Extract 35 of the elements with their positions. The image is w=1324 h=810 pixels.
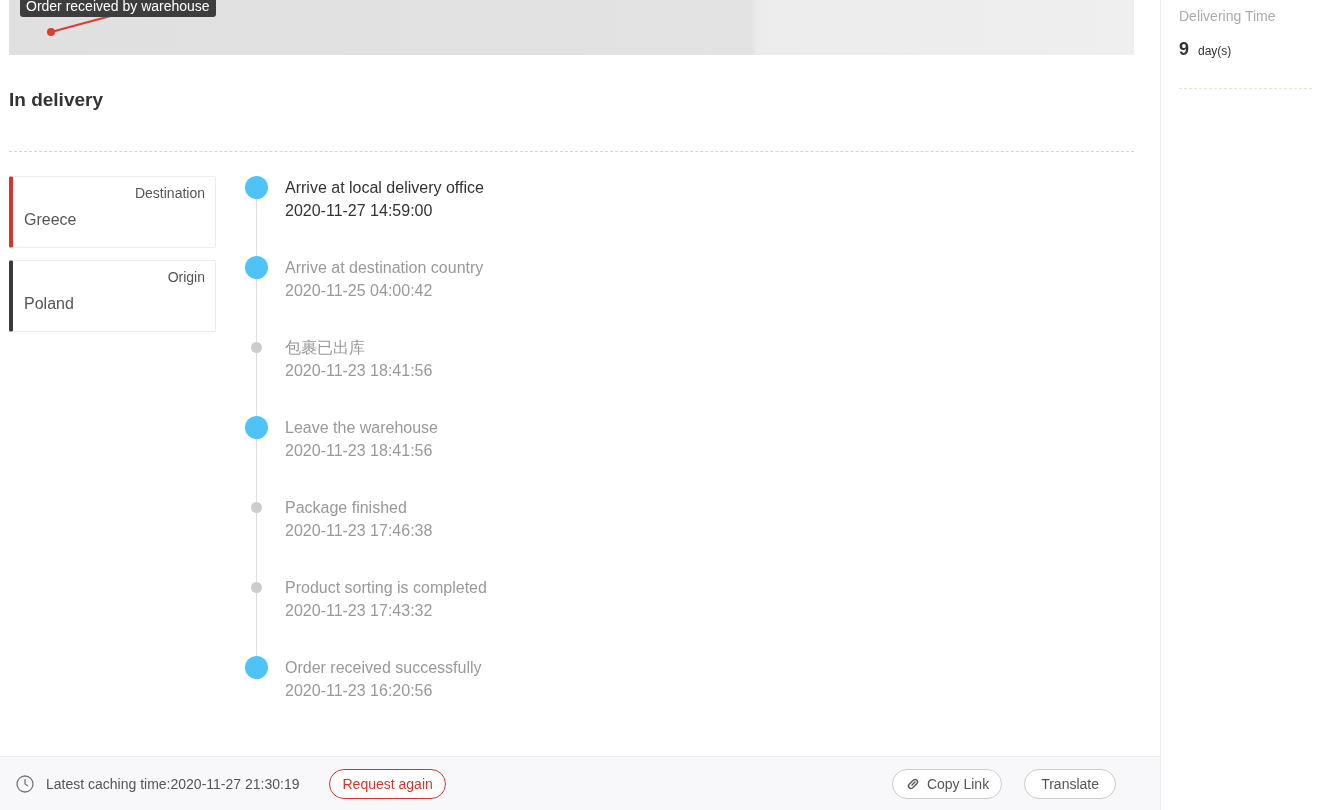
event-time: 2020-11-23 16:20:56 [285,681,434,701]
request-again-button[interactable]: Request again [329,768,446,799]
translate-button[interactable]: Translate [1024,768,1116,799]
days-unit: day(s) [1198,44,1232,58]
timeline-dot-icon [245,656,268,679]
location-label: Origin [167,269,205,285]
location-value: Greece [24,211,78,229]
event-title: Order received successfully [285,658,482,678]
location-value: Poland [24,295,75,313]
clock-icon [16,774,34,793]
timeline-dot-icon [251,502,262,513]
location-label: Destination [134,185,205,201]
delivering-time-label: Delivering Time [1179,8,1277,24]
event-time: 2020-11-23 18:41:56 [285,441,434,461]
event-time: 2020-11-23 18:41:56 [285,361,433,381]
event-title: Arrive at local delivery office [285,178,484,198]
event-title: Package finished [285,498,408,518]
status-title: In delivery [9,89,104,111]
copy-link-button[interactable]: Copy Link [891,768,1003,799]
event-time: 2020-11-23 17:46:38 [285,521,433,541]
event-title: 包裹已出库 [285,338,366,358]
map-tooltip: Order received by warehouse [20,0,216,17]
timeline-dot-icon [245,176,268,199]
timeline-dot-icon [251,342,262,353]
event-title: Leave the warehouse [285,418,438,438]
timeline-dot-icon [245,256,268,279]
event-time: 2020-11-23 17:43:32 [285,601,434,621]
event-title: Product sorting is completed [285,578,487,598]
event-title: Arrive at destination country [285,258,484,278]
timeline-dot-icon [251,582,262,593]
delivering-days: 9 [1179,39,1189,60]
event-time: 2020-11-27 14:59:00 [285,201,434,221]
caching-time: Latest caching time:2020-11-27 21:30:19 [46,775,300,792]
event-time: 2020-11-25 04:00:42 [285,281,434,301]
timeline-dot-icon [245,416,268,439]
